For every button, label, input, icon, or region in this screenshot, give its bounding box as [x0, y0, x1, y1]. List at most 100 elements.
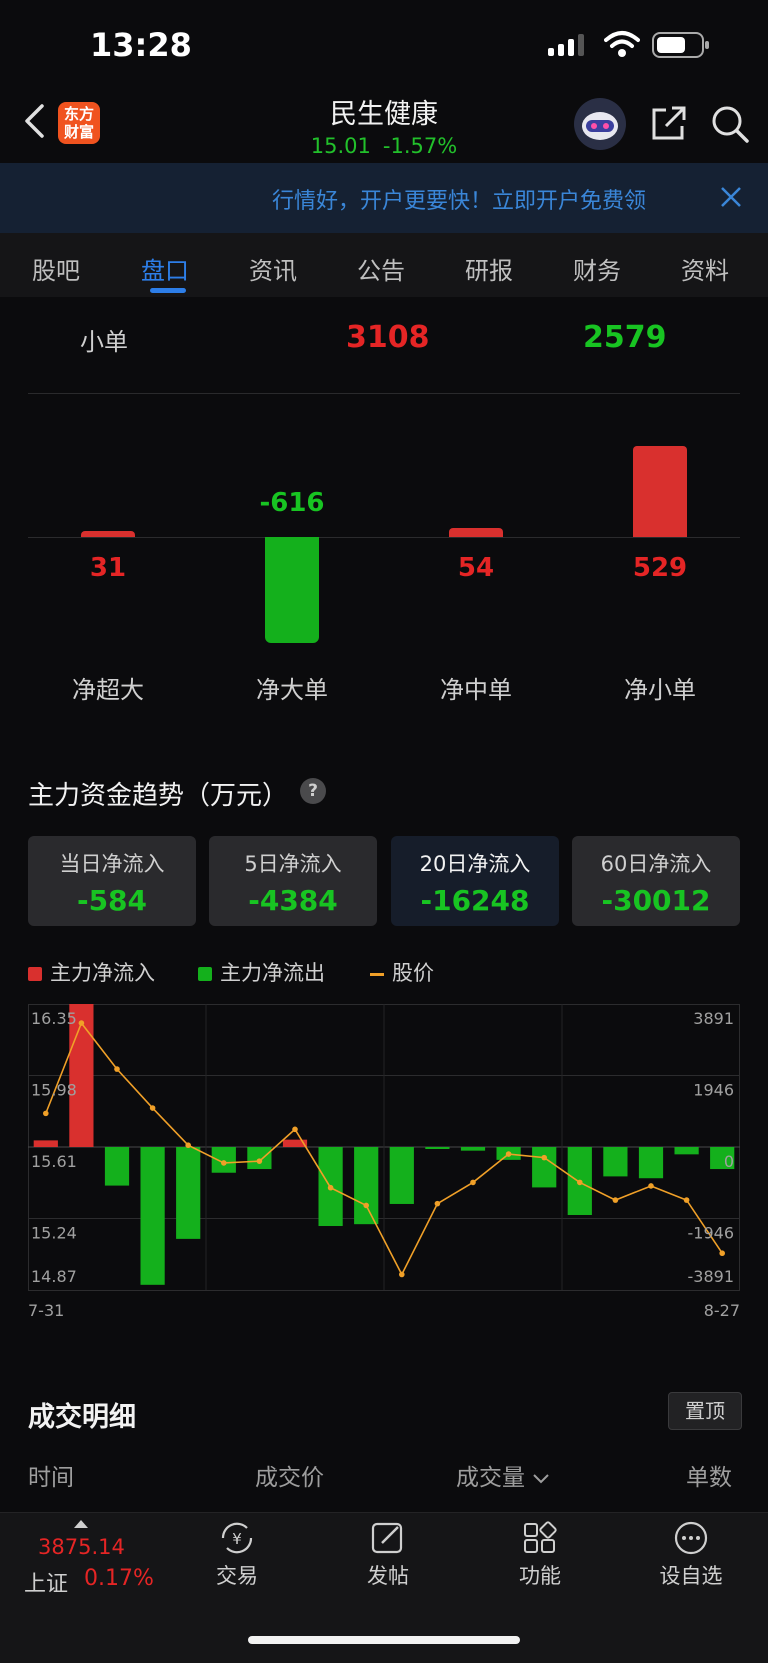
chart-right-tick-label: 1946 [693, 1081, 734, 1100]
chart-left-tick-label: 16.35 [31, 1009, 77, 1028]
pin-top-button[interactable]: 置顶 [668, 1392, 742, 1430]
tab-bar: 股吧 盘口 资讯 公告 研报 财务 资料 [0, 233, 768, 297]
card-5d-net-inflow[interactable]: 5日净流入 -4384 [209, 836, 377, 926]
tab-active-indicator [150, 288, 186, 293]
search-icon[interactable] [710, 104, 750, 144]
small-order-label: 小单 [80, 328, 128, 356]
chart-price-point [292, 1126, 298, 1133]
net-order-value: 31 [89, 553, 127, 583]
stock-change: -1.57% [382, 134, 458, 158]
promo-banner-text[interactable]: 行情好，开户更要快！立即开户免费领 [272, 183, 692, 215]
chart-bar-outflow [532, 1147, 557, 1188]
net-order-label: 净中单 [440, 676, 512, 704]
col-head-volume[interactable]: 成交量 [456, 1458, 550, 1492]
share-icon[interactable] [650, 104, 688, 142]
chart-left-tick-label: 14.87 [31, 1267, 77, 1286]
card-60d-net-inflow[interactable]: 60日净流入 -30012 [572, 836, 740, 926]
chart-x-start-label: 7-31 [28, 1301, 64, 1320]
col-head-price[interactable]: 成交价 [255, 1458, 324, 1492]
signal-icon [548, 34, 584, 56]
trend-section-title: 主力资金趋势（万元） [28, 781, 289, 811]
net-order-bar [265, 537, 319, 643]
chart-price-point [541, 1154, 547, 1161]
col-head-count[interactable]: 单数 [686, 1458, 732, 1492]
chart-bar-outflow [389, 1147, 414, 1204]
chart-bar-outflow [176, 1147, 201, 1239]
chart-price-point [149, 1105, 156, 1111]
small-order-outflow: 2579 [583, 320, 667, 355]
chart-price-point [185, 1142, 191, 1149]
chart-bar-outflow [460, 1147, 486, 1151]
col-head-time[interactable]: 时间 [28, 1458, 74, 1492]
close-icon[interactable] [718, 184, 744, 210]
chart-right-tick-label: 0 [724, 1152, 734, 1171]
chart-price-point [43, 1110, 49, 1117]
legend-inflow-swatch [28, 967, 42, 981]
chart-bar-outflow [674, 1147, 699, 1155]
tab-finance[interactable]: 财务 [573, 251, 621, 286]
legend-outflow: 主力净流出 [198, 957, 325, 987]
chart-price-point [505, 1151, 512, 1157]
tab-announcements[interactable]: 公告 [357, 251, 405, 286]
trade-detail-title: 成交明细 [28, 1402, 136, 1433]
chart-price-point [78, 1020, 85, 1026]
legend-outflow-swatch [198, 967, 212, 981]
net-order-baseline [28, 537, 740, 538]
chart-bar-outflow [140, 1147, 165, 1285]
chart-price-point [114, 1066, 120, 1072]
chart-price-point [434, 1200, 441, 1207]
net-order-bar [449, 527, 503, 537]
chart-bar-outflow [211, 1147, 236, 1173]
card-today-net-inflow[interactable]: 当日净流入 -584 [28, 836, 196, 926]
tab-guba[interactable]: 股吧 [32, 251, 80, 286]
legend-price: 股价 [370, 957, 434, 987]
chart-price-point [363, 1202, 370, 1209]
card-20d-net-inflow[interactable]: 20日净流入 -16248 [391, 836, 559, 926]
chart-price-point [256, 1158, 263, 1164]
nav-post[interactable]: 发帖 [333, 1520, 443, 1590]
legend-price-swatch [370, 972, 384, 976]
help-icon[interactable]: ? [300, 778, 326, 804]
chart-price-point [648, 1183, 654, 1189]
index-name[interactable]: 上证 [24, 1566, 68, 1598]
home-indicator [248, 1636, 520, 1644]
chart-price-point [683, 1197, 690, 1203]
grid-function-icon [524, 1521, 557, 1553]
chart-right-tick-label: -3891 [688, 1267, 735, 1286]
net-order-label: 净大单 [256, 676, 328, 704]
legend-inflow: 主力净流入 [28, 957, 155, 987]
chart-bar-outflow [425, 1147, 450, 1149]
index-change[interactable]: 0.17% [84, 1566, 154, 1591]
main-fund-trend-chart[interactable]: 16.35 15.98 15.61 15.24 14.87 3891 1946 0 -1946 -… [28, 1004, 740, 1324]
status-time: 13:28 [90, 26, 192, 64]
index-value[interactable]: 3875.14 [38, 1535, 125, 1559]
battery-icon [652, 32, 709, 58]
wifi-icon [604, 31, 640, 57]
chart-price-point [612, 1197, 619, 1203]
chart-price-point [470, 1179, 476, 1186]
net-order-bar [633, 446, 687, 537]
net-order-label: 净小单 [624, 676, 696, 704]
nav-trade[interactable]: ¥ 交易 [182, 1520, 292, 1590]
tab-news[interactable]: 资讯 [249, 251, 297, 286]
caret-up-icon [74, 1520, 88, 1528]
chart-bar-outflow [638, 1147, 664, 1179]
tab-profile[interactable]: 资料 [681, 251, 729, 286]
tab-research[interactable]: 研报 [465, 251, 513, 286]
yuan-exchange-icon: ¥ [221, 1522, 253, 1554]
edit-post-icon [371, 1522, 403, 1554]
chart-right-tick-label: 3891 [693, 1009, 734, 1028]
tab-pankou[interactable]: 盘口 [141, 251, 189, 286]
svg-text:¥: ¥ [232, 1530, 242, 1548]
chart-price-point [719, 1250, 725, 1257]
net-order-value: 529 [632, 553, 688, 583]
divider [28, 393, 740, 394]
nav-functions[interactable]: 功能 [485, 1520, 595, 1590]
ai-assistant-robot-icon[interactable] [574, 98, 626, 150]
chart-price-point [327, 1184, 334, 1191]
chart-bar-outflow [104, 1147, 130, 1186]
nav-add-watchlist[interactable]: 设自选 [636, 1520, 746, 1590]
net-order-value: 54 [457, 553, 495, 583]
chart-bar-outflow [354, 1147, 379, 1225]
net-order-value: -616 [259, 488, 325, 518]
